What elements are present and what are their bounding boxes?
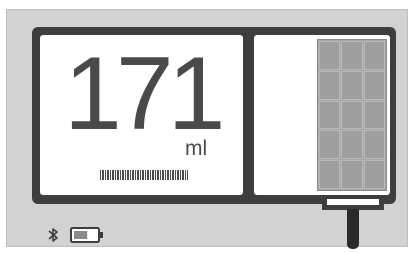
gauge-cell	[319, 100, 341, 130]
gauge-cell	[319, 130, 341, 160]
gauge-cell	[363, 100, 385, 130]
gauge-cell	[319, 160, 341, 189]
gauge-cell	[341, 130, 363, 160]
gauge-cell	[341, 41, 363, 70]
volume-value: 171	[64, 36, 226, 152]
gauge-cell	[363, 41, 385, 70]
gauge-cell	[363, 70, 385, 100]
barcode	[100, 170, 188, 180]
battery-icon	[70, 227, 103, 243]
gauge-cell	[341, 100, 363, 130]
probe-head-icon	[322, 196, 384, 210]
gauge-cell	[341, 70, 363, 100]
volume-unit: ml	[185, 137, 208, 160]
device-display: 171 ml	[0, 0, 419, 253]
gauge-cell	[319, 70, 341, 100]
gauge-cell	[363, 160, 385, 189]
gauge-cell	[363, 130, 385, 160]
bluetooth-icon	[48, 228, 58, 242]
bladder-gauge-grid	[317, 39, 387, 191]
gauge-cell	[341, 160, 363, 189]
probe-handle-icon	[347, 209, 359, 249]
gauge-cell	[319, 41, 341, 70]
